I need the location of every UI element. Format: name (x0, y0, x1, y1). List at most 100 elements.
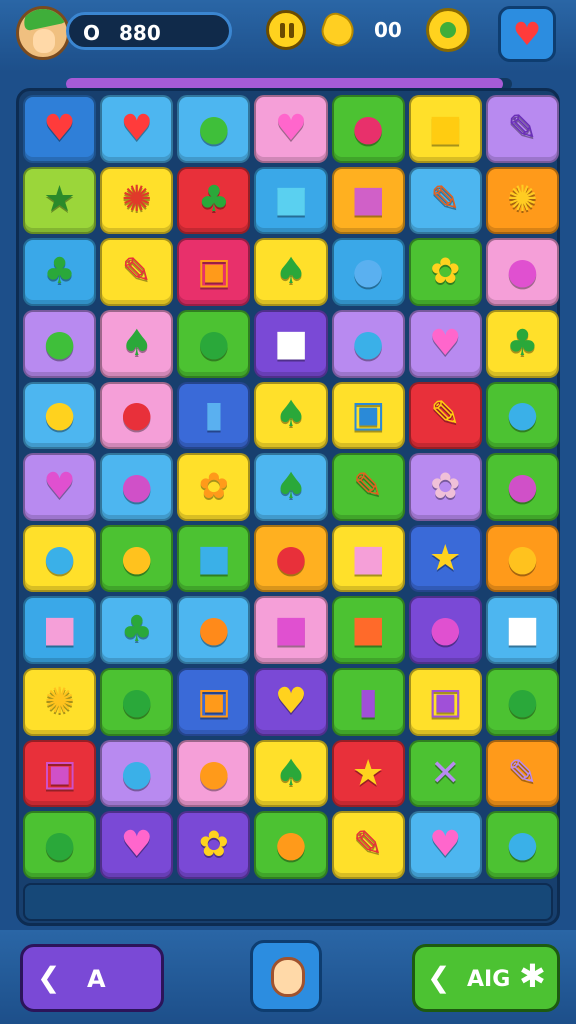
back-button[interactable]: ❮ A (20, 944, 164, 1012)
cloud-icon: ■ (505, 609, 540, 651)
tile[interactable]: ♠ (254, 739, 328, 808)
pause-button[interactable] (266, 10, 306, 50)
tile[interactable]: ♥ (254, 95, 328, 163)
tile[interactable]: ● (100, 739, 174, 808)
tile[interactable]: ■ (331, 166, 405, 235)
tile[interactable]: ♥ (408, 811, 482, 879)
tile[interactable]: ● (331, 238, 405, 306)
tile[interactable]: ▣ (177, 238, 251, 306)
tile[interactable]: ♥ (100, 95, 174, 163)
tile[interactable]: ● (177, 739, 251, 808)
tile[interactable]: ▣ (331, 381, 405, 450)
tile[interactable]: ● (485, 381, 559, 450)
tile[interactable]: ▣ (23, 739, 97, 808)
tile[interactable]: ✎ (485, 95, 559, 163)
tile[interactable]: ■ (485, 596, 559, 665)
tile[interactable]: ♠ (254, 381, 328, 450)
tile[interactable]: ● (485, 524, 559, 593)
flower-icon: ✺ (121, 179, 152, 221)
leaf-icon: ♠ (274, 251, 308, 293)
tile[interactable]: ♥ (23, 453, 97, 521)
tile[interactable]: ▮ (331, 668, 405, 736)
heart-button[interactable]: ♥ (498, 6, 556, 62)
tile[interactable]: ♣ (485, 309, 559, 378)
tile[interactable]: ✿ (408, 453, 482, 521)
smiley-icon: ● (43, 394, 76, 436)
tile[interactable]: ● (23, 811, 97, 879)
tile[interactable]: ● (254, 811, 328, 879)
leaf-icon: ♠ (274, 752, 308, 794)
heart-icon: ♥ (429, 322, 462, 364)
character-button[interactable] (250, 940, 322, 1012)
tile[interactable]: ♣ (177, 166, 251, 235)
tile[interactable]: ✎ (331, 453, 405, 521)
tile[interactable]: ✿ (408, 238, 482, 306)
tile[interactable]: ■ (177, 524, 251, 593)
tile[interactable]: ✎ (100, 238, 174, 306)
tile[interactable]: ♠ (254, 453, 328, 521)
tile[interactable]: ✿ (177, 811, 251, 879)
tile[interactable]: ● (331, 95, 405, 163)
star-icon: ★ (43, 179, 76, 221)
badge-icon[interactable] (426, 8, 470, 52)
tile[interactable]: ● (100, 668, 174, 736)
tile[interactable]: ✎ (408, 166, 482, 235)
tile[interactable]: ✿ (177, 453, 251, 521)
tile[interactable]: ♠ (100, 309, 174, 378)
tile[interactable]: ♠ (254, 238, 328, 306)
tile[interactable]: ★ (331, 739, 405, 808)
tile[interactable]: ● (100, 453, 174, 521)
tile[interactable]: ● (177, 309, 251, 378)
tile[interactable]: ✕ (408, 739, 482, 808)
tile[interactable]: ● (100, 381, 174, 450)
tile[interactable]: ✺ (485, 166, 559, 235)
tile[interactable]: ● (331, 309, 405, 378)
player-avatar-icon[interactable] (16, 6, 70, 60)
tile[interactable]: ● (23, 309, 97, 378)
tile[interactable]: ♣ (23, 238, 97, 306)
tile[interactable]: ■ (23, 596, 97, 665)
flower-icon: ✿ (430, 251, 461, 293)
tile[interactable]: ✎ (485, 739, 559, 808)
toast-icon: ■ (351, 537, 386, 579)
tile[interactable]: ■ (254, 166, 328, 235)
tile[interactable]: ▣ (177, 668, 251, 736)
tile[interactable]: ■ (331, 596, 405, 665)
tile[interactable]: ✺ (100, 166, 174, 235)
tile[interactable]: ● (408, 596, 482, 665)
tile[interactable]: ● (23, 524, 97, 593)
tile[interactable]: ★ (23, 166, 97, 235)
action-button[interactable]: ❮ AIG ✱ (412, 944, 560, 1012)
tile[interactable]: ● (485, 453, 559, 521)
frame-icon: ▣ (196, 680, 231, 722)
tile[interactable]: ▣ (408, 668, 482, 736)
tile[interactable]: ■ (254, 596, 328, 665)
chevron-left-icon: ❮ (37, 961, 61, 994)
tile[interactable]: ▮ (177, 381, 251, 450)
gem-icon: ● (352, 251, 384, 293)
block-icon: ■ (273, 609, 308, 651)
tile[interactable]: ✎ (408, 381, 482, 450)
tile[interactable]: ● (485, 238, 559, 306)
tile[interactable]: ■ (331, 524, 405, 593)
gem-icon: ● (198, 107, 230, 149)
pencil-icon: ✎ (353, 824, 384, 866)
tile[interactable]: ● (254, 524, 328, 593)
tile[interactable]: ● (23, 381, 97, 450)
tile[interactable]: ♥ (100, 811, 174, 879)
tile[interactable]: ✎ (331, 811, 405, 879)
tile[interactable]: ● (177, 596, 251, 665)
tile[interactable]: ■ (408, 95, 482, 163)
tile[interactable]: ■ (254, 309, 328, 378)
tile[interactable]: ♥ (23, 95, 97, 163)
tile[interactable]: ● (485, 811, 559, 879)
tile[interactable]: ● (485, 668, 559, 736)
tile[interactable]: ♥ (408, 309, 482, 378)
tile[interactable]: ♥ (254, 668, 328, 736)
tile[interactable]: ★ (408, 524, 482, 593)
tile[interactable]: ✺ (23, 668, 97, 736)
tile[interactable]: ● (177, 95, 251, 163)
tile[interactable]: ♣ (100, 596, 174, 665)
score-prefix: O (83, 21, 101, 45)
tile[interactable]: ● (100, 524, 174, 593)
